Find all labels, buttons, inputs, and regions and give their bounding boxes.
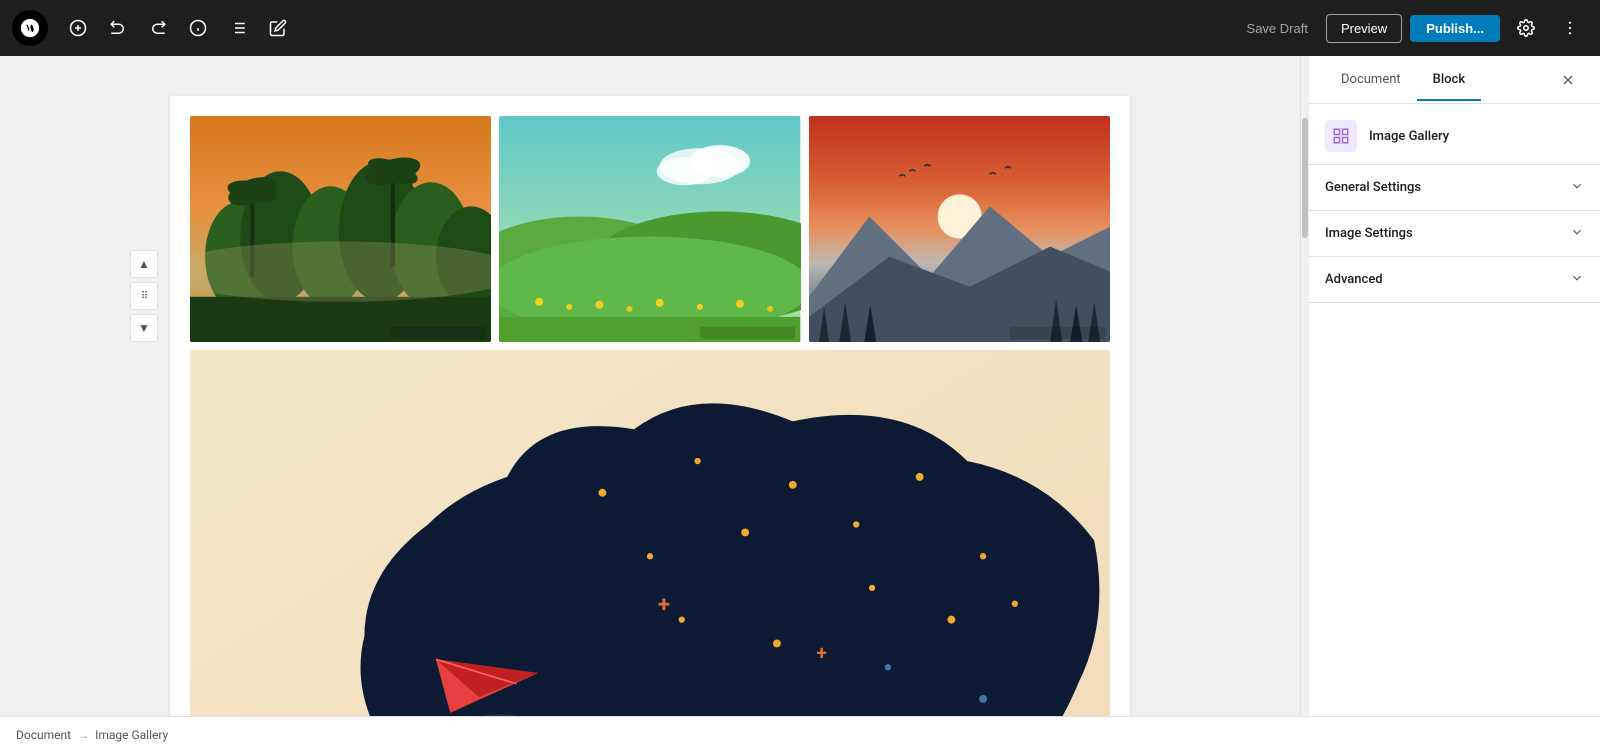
- breadcrumb-document[interactable]: Document: [16, 728, 71, 742]
- general-settings-chevron: [1570, 179, 1584, 196]
- general-settings-header[interactable]: General Settings: [1309, 165, 1600, 210]
- editor-canvas: ▲ ⠿ ▼: [170, 96, 1130, 716]
- editor-area[interactable]: ▲ ⠿ ▼: [0, 56, 1300, 716]
- general-settings-label: General Settings: [1325, 180, 1421, 195]
- accordion-image-settings: Image Settings: [1309, 211, 1600, 257]
- gallery-block: + + +: [170, 96, 1130, 716]
- redo-button[interactable]: [140, 10, 176, 46]
- image-settings-chevron: [1570, 225, 1584, 242]
- accordion-general-settings: General Settings: [1309, 165, 1600, 211]
- block-type-header: Image Gallery: [1309, 104, 1600, 165]
- top-toolbar: Save Draft Preview Publish...: [0, 0, 1600, 56]
- gallery-row-top: [190, 116, 1110, 342]
- move-down-button[interactable]: ▼: [130, 314, 158, 342]
- advanced-chevron: [1570, 271, 1584, 288]
- tab-document[interactable]: Document: [1325, 60, 1417, 101]
- edit-button[interactable]: [260, 10, 296, 46]
- top-bar-right: Save Draft Preview Publish...: [1237, 10, 1588, 46]
- more-options-button[interactable]: [1552, 10, 1588, 46]
- settings-button[interactable]: [1508, 10, 1544, 46]
- block-type-icon: [1325, 120, 1357, 152]
- save-draft-button[interactable]: Save Draft: [1237, 15, 1318, 42]
- block-move-controls: ▲ ⠿ ▼: [130, 250, 158, 342]
- bottom-bar: Document → Image Gallery: [0, 716, 1600, 752]
- image-settings-label: Image Settings: [1325, 226, 1413, 241]
- list-view-button[interactable]: [220, 10, 256, 46]
- svg-text:+: +: [817, 641, 827, 664]
- image-settings-header[interactable]: Image Settings: [1309, 211, 1600, 256]
- sidebar-close-button[interactable]: [1552, 64, 1584, 96]
- breadcrumb-separator: →: [77, 728, 89, 742]
- wp-logo[interactable]: [12, 10, 48, 46]
- gallery-image-4[interactable]: + + +: [190, 350, 1110, 716]
- toolbar-icons: [60, 10, 296, 46]
- breadcrumb-current: Image Gallery: [95, 728, 168, 742]
- undo-button[interactable]: [100, 10, 136, 46]
- move-up-button[interactable]: ▲: [130, 250, 158, 278]
- sidebar: Document Block: [1300, 56, 1600, 716]
- sidebar-scrollbar-thumb[interactable]: [1302, 118, 1308, 238]
- tab-block[interactable]: Block: [1417, 60, 1481, 101]
- advanced-label: Advanced: [1325, 272, 1383, 287]
- info-button[interactable]: [180, 10, 216, 46]
- accordion-advanced: Advanced: [1309, 257, 1600, 303]
- gallery-image-1[interactable]: [190, 116, 491, 342]
- sidebar-tabs: Document Block: [1309, 56, 1600, 104]
- advanced-header[interactable]: Advanced: [1309, 257, 1600, 302]
- block-type-label: Image Gallery: [1369, 129, 1449, 144]
- svg-text:+: +: [658, 592, 670, 618]
- add-block-button[interactable]: [60, 10, 96, 46]
- preview-button[interactable]: Preview: [1326, 14, 1402, 43]
- gallery-image-3[interactable]: [809, 116, 1110, 342]
- sidebar-content: Image Gallery General Settings: [1309, 104, 1600, 716]
- main-area: ▲ ⠿ ▼: [0, 56, 1600, 716]
- publish-button[interactable]: Publish...: [1410, 15, 1500, 42]
- sidebar-scrollbar-track[interactable]: [1301, 56, 1309, 716]
- drag-handle[interactable]: ⠿: [130, 282, 158, 310]
- gallery-image-2[interactable]: [499, 116, 800, 342]
